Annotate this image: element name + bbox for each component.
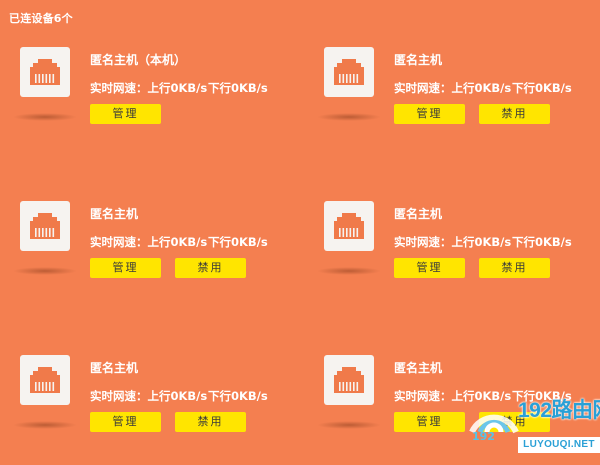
device-icon-box <box>324 355 374 405</box>
device-card: 匿名主机 实时网速：上行0KB/s下行0KB/s 管理 禁用 <box>9 201 309 311</box>
device-speed: 实时网速：上行0KB/s下行0KB/s <box>394 80 572 96</box>
speed-up: 实时网速：上行0KB/s <box>90 389 208 403</box>
ethernet-port-icon <box>334 59 364 85</box>
ban-button[interactable]: 禁用 <box>479 104 550 124</box>
device-name: 匿名主机（本机） <box>90 53 187 67</box>
ethernet-port-icon <box>334 213 364 239</box>
device-card: 匿名主机 实时网速：上行0KB/s下行0KB/s 管理 禁用 <box>313 201 600 311</box>
manage-button[interactable]: 管理 <box>394 258 465 278</box>
connected-devices-header: 已连设备6个 <box>9 12 73 25</box>
device-speed: 实时网速：上行0KB/s下行0KB/s <box>90 80 268 96</box>
device-card: 匿名主机 实时网速：上行0KB/s下行0KB/s 管理 禁用 <box>313 47 600 157</box>
device-icon-box <box>324 47 374 97</box>
speed-down: 下行0KB/s <box>208 81 268 95</box>
manage-button[interactable]: 管理 <box>90 258 161 278</box>
device-speed: 实时网速：上行0KB/s下行0KB/s <box>90 234 268 250</box>
speed-up: 实时网速：上行0KB/s <box>394 235 512 249</box>
device-name: 匿名主机 <box>90 207 139 221</box>
icon-shadow <box>317 421 381 429</box>
device-name: 匿名主机 <box>394 361 443 375</box>
icon-shadow <box>13 421 77 429</box>
icon-shadow <box>13 113 77 121</box>
icon-shadow <box>13 267 77 275</box>
device-icon-box <box>20 355 70 405</box>
ethernet-port-icon <box>30 367 60 393</box>
speed-up: 实时网速：上行0KB/s <box>394 81 512 95</box>
device-name: 匿名主机 <box>90 361 139 375</box>
speed-up: 实时网速：上行0KB/s <box>90 81 208 95</box>
device-speed: 实时网速：上行0KB/s下行0KB/s <box>394 234 572 250</box>
speed-down: 下行0KB/s <box>512 81 572 95</box>
watermark-number: 192 <box>472 430 495 443</box>
device-icon-box <box>20 201 70 251</box>
speed-down: 下行0KB/s <box>512 235 572 249</box>
icon-shadow <box>317 113 381 121</box>
ethernet-port-icon <box>30 213 60 239</box>
manage-button[interactable]: 管理 <box>90 104 161 124</box>
device-card: 匿名主机 实时网速：上行0KB/s下行0KB/s 管理 禁用 <box>9 355 309 465</box>
ethernet-port-icon <box>30 59 60 85</box>
device-speed: 实时网速：上行0KB/s下行0KB/s <box>90 388 268 404</box>
watermark-brand: 192路由网 <box>518 399 600 422</box>
device-name: 匿名主机 <box>394 207 443 221</box>
speed-up: 实时网速：上行0KB/s <box>90 235 208 249</box>
device-card: 匿名主机（本机） 实时网速：上行0KB/s下行0KB/s 管理 <box>9 47 309 157</box>
icon-shadow <box>317 267 381 275</box>
device-icon-box <box>324 201 374 251</box>
device-name: 匿名主机 <box>394 53 443 67</box>
ethernet-port-icon <box>334 367 364 393</box>
manage-button[interactable]: 管理 <box>394 412 465 432</box>
ban-button[interactable]: 禁用 <box>479 258 550 278</box>
watermark-url: LUYOUQI.NET <box>518 437 600 453</box>
manage-button[interactable]: 管理 <box>90 412 161 432</box>
speed-down: 下行0KB/s <box>208 389 268 403</box>
ban-button[interactable]: 禁用 <box>175 412 246 432</box>
speed-down: 下行0KB/s <box>208 235 268 249</box>
site-watermark: 192 192路由网 LUYOUQI.NET <box>466 392 600 458</box>
ban-button[interactable]: 禁用 <box>175 258 246 278</box>
device-icon-box <box>20 47 70 97</box>
manage-button[interactable]: 管理 <box>394 104 465 124</box>
